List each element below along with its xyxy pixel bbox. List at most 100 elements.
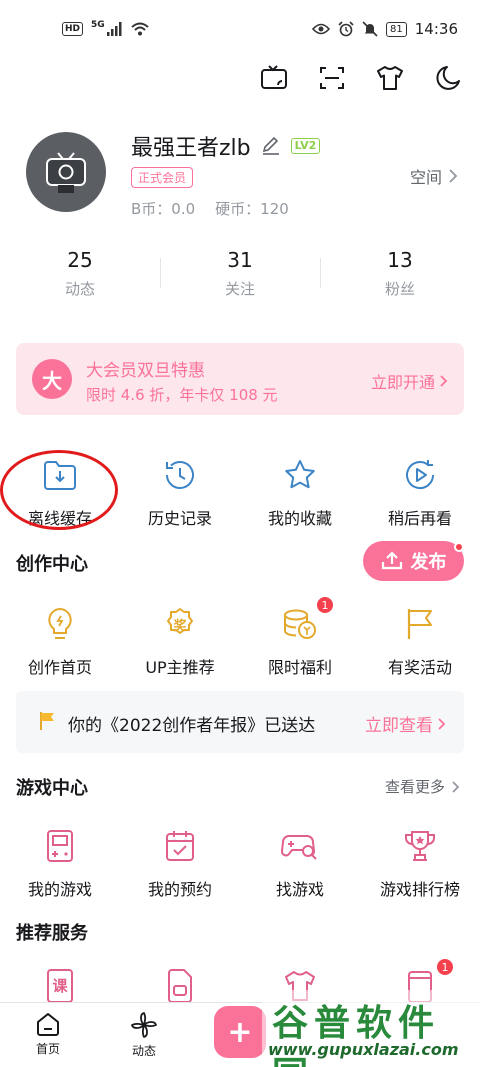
grid-label: 我的游戏: [27, 880, 92, 899]
top-toolbar: [256, 58, 466, 98]
member-badge: 正式会员: [131, 167, 194, 188]
coins-row: B币：0.0 硬币：120: [131, 198, 289, 219]
coins-icon: 1: [280, 596, 334, 644]
grid-label: 稍后再看: [387, 509, 452, 528]
grid-label: 限时福利: [267, 658, 332, 677]
up-recommend-button[interactable]: 奖 UP主推荐: [120, 604, 240, 678]
sim-card-service[interactable]: [120, 966, 240, 1006]
camera-icon: [46, 152, 86, 193]
stats-row: 25 动态 31 关注 13 粉丝: [0, 248, 480, 304]
grid-label: 找游戏: [275, 880, 324, 899]
flag-icon: [40, 712, 54, 730]
chevron-right-icon: [452, 780, 460, 793]
award-icon: 奖: [160, 604, 200, 644]
gameboy-icon: [40, 826, 80, 866]
bcoin-value: B币：0.0: [131, 200, 196, 218]
stat-followers[interactable]: 13 粉丝: [320, 248, 480, 304]
course-service[interactable]: 课: [0, 966, 120, 1006]
vip-logo: 大: [32, 359, 72, 399]
create-fab-button[interactable]: +: [214, 1006, 266, 1058]
history-clock-icon: [160, 455, 200, 495]
chevron-right-icon: [438, 717, 446, 730]
tab-dynamics[interactable]: 动态: [104, 1011, 184, 1059]
moon-icon[interactable]: [430, 58, 466, 98]
notification-dot: [454, 542, 464, 552]
vip-title: 大会员双旦特惠: [86, 361, 205, 381]
view-now-button[interactable]: 立即查看: [365, 711, 446, 736]
signal-5g-label: 5G: [91, 20, 105, 30]
status-right: 81 14:36: [312, 20, 458, 38]
notice-text: 你的《2022创作者年报》已送达: [68, 716, 316, 736]
stat-following[interactable]: 31 关注: [160, 248, 320, 304]
chevron-right-icon: [440, 375, 448, 387]
publish-button[interactable]: 发布: [363, 541, 464, 581]
recommend-section-title: 推荐服务: [16, 923, 88, 944]
tab-home[interactable]: 首页: [8, 1011, 88, 1057]
hd-badge: HD: [62, 22, 84, 36]
watch-later-button[interactable]: 稍后再看: [360, 455, 480, 529]
mute-icon: [362, 21, 378, 37]
grid-label: 我的预约: [147, 880, 212, 899]
watch-later-icon: [400, 455, 440, 495]
vip-open-button[interactable]: 立即开通: [371, 369, 448, 393]
grid-label: UP主推荐: [145, 658, 215, 677]
username-row: 最强王者zlb LV2: [131, 130, 321, 162]
creator-section-title: 创作中心: [16, 554, 88, 575]
username: 最强王者zlb: [131, 136, 251, 161]
tab-label: 首页: [35, 1042, 60, 1056]
game-ranking-button[interactable]: 游戏排行榜: [360, 826, 480, 900]
history-button[interactable]: 历史记录: [120, 455, 240, 529]
my-games-button[interactable]: 我的游戏: [0, 826, 120, 900]
vip-cta-label: 立即开通: [370, 373, 435, 392]
grid-label: 有奖活动: [387, 658, 452, 677]
stat-dynamics[interactable]: 25 动态: [0, 248, 160, 304]
calendar-check-icon: [160, 826, 200, 866]
game-grid: 我的游戏 我的预约 找游戏 游戏排行榜: [0, 826, 480, 900]
chevron-right-icon: [449, 169, 458, 183]
sim-card-icon: [160, 966, 200, 1006]
service-badge: 1: [436, 958, 454, 976]
prize-events-button[interactable]: 有奖活动: [360, 604, 480, 678]
annual-report-notice[interactable]: 你的《2022创作者年报》已送达 立即查看: [16, 691, 464, 753]
avatar[interactable]: [26, 132, 106, 212]
find-games-button[interactable]: 找游戏: [240, 826, 360, 900]
status-left: HD 5G: [62, 20, 149, 36]
site-watermark: 谷普软件园 www.gupuxlazai.com: [262, 990, 480, 1067]
scan-icon[interactable]: [314, 58, 350, 98]
vip-banner[interactable]: 大 大会员双旦特惠 限时 4.6 折，年卡仅 108 元 立即开通: [16, 343, 464, 415]
benefit-badge: 1: [316, 596, 334, 614]
status-bar: HD 5G 81 14:36: [0, 0, 480, 58]
tv-cast-icon[interactable]: [256, 58, 292, 98]
stat-label: 动态: [64, 280, 95, 298]
my-reservations-button[interactable]: 我的预约: [120, 826, 240, 900]
notice-cta-label: 立即查看: [365, 716, 433, 736]
space-link[interactable]: 空间: [410, 164, 458, 188]
vip-subtitle: 限时 4.6 折，年卡仅 108 元: [86, 386, 278, 404]
stat-label: 粉丝: [384, 280, 415, 298]
stat-number: 25: [67, 248, 93, 272]
favorites-button[interactable]: 我的收藏: [240, 455, 360, 529]
edit-icon[interactable]: [261, 136, 281, 156]
award-glyph: 奖: [173, 619, 187, 634]
stat-label: 关注: [224, 280, 255, 298]
coin-value: 硬币：120: [215, 200, 289, 218]
trophy-icon: [400, 826, 440, 866]
watermark-url: www.gupuxlazai.com: [268, 1040, 459, 1059]
grid-label: 我的收藏: [267, 509, 332, 528]
limited-benefits-button[interactable]: 1 限时福利: [240, 596, 360, 678]
tshirt-icon[interactable]: [372, 58, 408, 98]
creator-home-button[interactable]: 创作首页: [0, 604, 120, 678]
profile-header: 最强王者zlb LV2 正式会员 B币：0.0 硬币：120 空间: [0, 128, 480, 228]
pinwheel-icon: [131, 1012, 157, 1038]
space-label: 空间: [409, 168, 442, 187]
flag-icon: [400, 604, 440, 644]
stat-number: 31: [227, 248, 253, 272]
more-label: 查看更多: [384, 778, 445, 796]
publish-label: 发布: [410, 552, 447, 573]
game-more-link[interactable]: 查看更多: [385, 776, 460, 797]
eye-icon: [312, 23, 331, 35]
tab-label: 动态: [131, 1044, 156, 1058]
upload-icon: [381, 551, 402, 570]
alarm-icon: [338, 21, 354, 37]
creator-grid: 创作首页 奖 UP主推荐 1 限时福利 有奖活动: [0, 596, 480, 678]
